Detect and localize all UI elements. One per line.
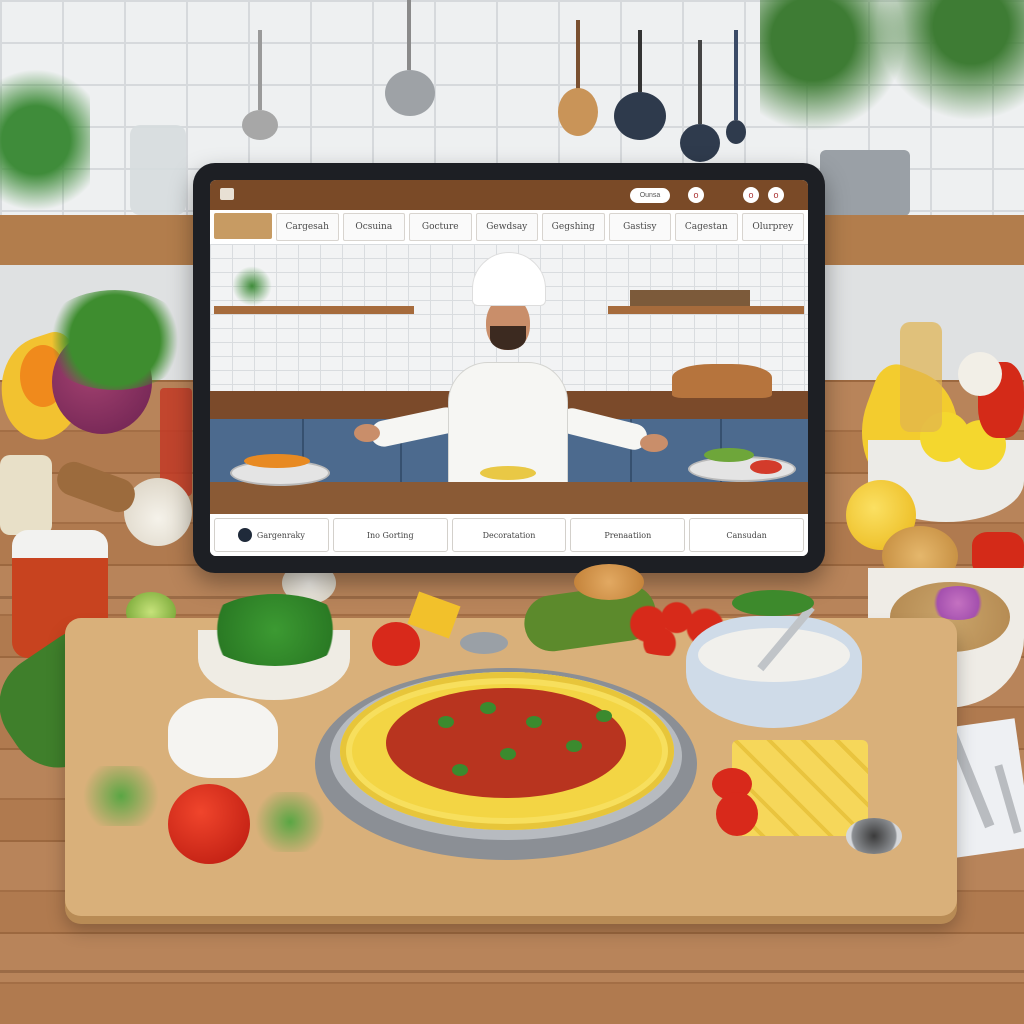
herb-leaf bbox=[500, 748, 516, 760]
hanging-plants bbox=[760, 0, 1024, 130]
video-prep-table bbox=[210, 482, 808, 514]
oil-bottle bbox=[900, 322, 942, 432]
video-tomatoes bbox=[750, 460, 782, 474]
video-pasta bbox=[480, 466, 536, 480]
step-card[interactable]: Decoratation bbox=[451, 518, 567, 552]
plant-leaves bbox=[0, 40, 90, 240]
tomato-sauce bbox=[386, 688, 626, 798]
nav-tab[interactable]: Cagestan bbox=[675, 213, 738, 241]
chef-hand bbox=[640, 434, 668, 452]
greens-dish bbox=[732, 590, 814, 616]
sauce-bowl bbox=[686, 616, 862, 728]
basil-sprig bbox=[250, 792, 330, 852]
video-food bbox=[244, 454, 310, 468]
play-icon[interactable] bbox=[237, 528, 252, 542]
basil-sprig bbox=[76, 766, 166, 826]
step-card[interactable]: Cansudan bbox=[689, 518, 804, 552]
app-logo-icon bbox=[220, 188, 234, 200]
hanging-skillet bbox=[614, 30, 666, 142]
nav-tab[interactable]: Ocsuina bbox=[342, 213, 405, 241]
step-card[interactable]: Ino Gorting bbox=[332, 518, 448, 552]
nav-tab[interactable]: Gocture bbox=[409, 213, 472, 241]
hanging-wooden-spoon bbox=[556, 20, 600, 138]
step-card[interactable]: Prenaatiion bbox=[570, 518, 686, 552]
menu-icon[interactable]: o bbox=[768, 187, 784, 203]
herb-leaf bbox=[480, 702, 496, 714]
cheese-wheel bbox=[168, 698, 278, 778]
settings-icon[interactable]: o bbox=[743, 187, 759, 203]
recipe-steps-bar: Gargenraky Ino Gorting Decoratation Pren… bbox=[210, 514, 808, 556]
hanging-ladle bbox=[240, 30, 280, 140]
stock-pot bbox=[820, 150, 910, 216]
herb-leaf bbox=[438, 716, 454, 728]
category-nav: Cargesah Ocsuina Gocture Gewdsay Gegshin… bbox=[210, 210, 808, 244]
table-plank-seam bbox=[0, 970, 1024, 973]
nav-tab[interactable]: Gastisy bbox=[608, 213, 671, 241]
account-pill[interactable]: Ounsa bbox=[630, 188, 670, 203]
cherry-tomato bbox=[716, 792, 758, 836]
spice-jar bbox=[0, 455, 52, 535]
pepper-dish bbox=[846, 818, 902, 854]
profile-icon[interactable]: o bbox=[688, 187, 704, 203]
video-shelf-left bbox=[214, 306, 414, 314]
onion-white bbox=[958, 352, 1002, 396]
video-jars bbox=[630, 290, 750, 306]
cherry-tomato bbox=[372, 622, 420, 666]
step-card[interactable]: Gargenraky bbox=[214, 518, 329, 552]
tablet-device: Ounsa o o o Cargesah Ocsuina Gocture Gew… bbox=[193, 163, 825, 573]
video-plant bbox=[232, 266, 272, 306]
chef-hat bbox=[472, 252, 546, 306]
nav-tab[interactable]: Gegshing bbox=[542, 213, 605, 241]
hanging-ladle bbox=[680, 40, 720, 164]
video-salad bbox=[704, 448, 754, 462]
nav-tab[interactable]: Cargesah bbox=[276, 213, 339, 241]
chef-hand bbox=[354, 424, 380, 442]
video-shelf-right bbox=[608, 306, 804, 314]
nav-tab[interactable]: Gewdsay bbox=[475, 213, 538, 241]
leafy-greens bbox=[40, 290, 190, 390]
glass-jar bbox=[130, 125, 186, 215]
bread-loaf bbox=[672, 364, 772, 398]
shallot bbox=[574, 564, 644, 600]
herb-leaf bbox=[526, 716, 542, 728]
herb-leaf bbox=[566, 740, 582, 752]
herb-leaf bbox=[452, 764, 468, 776]
tomato bbox=[168, 784, 250, 864]
tablet-screen: Ounsa o o o Cargesah Ocsuina Gocture Gew… bbox=[210, 180, 808, 556]
spinach-leaves bbox=[202, 594, 348, 666]
cooking-video[interactable] bbox=[210, 244, 808, 514]
nav-tab[interactable]: Olurprey bbox=[741, 213, 804, 241]
hanging-pot bbox=[385, 0, 435, 120]
chef-beard bbox=[490, 326, 526, 350]
app-top-bar: Ounsa o o o bbox=[210, 180, 808, 210]
brand-badge[interactable] bbox=[214, 213, 272, 239]
spoon bbox=[460, 632, 508, 654]
herb-leaf bbox=[596, 710, 612, 722]
kitchen-scene: Ounsa o o o Cargesah Ocsuina Gocture Gew… bbox=[0, 0, 1024, 1024]
hanging-spatula bbox=[724, 30, 748, 146]
